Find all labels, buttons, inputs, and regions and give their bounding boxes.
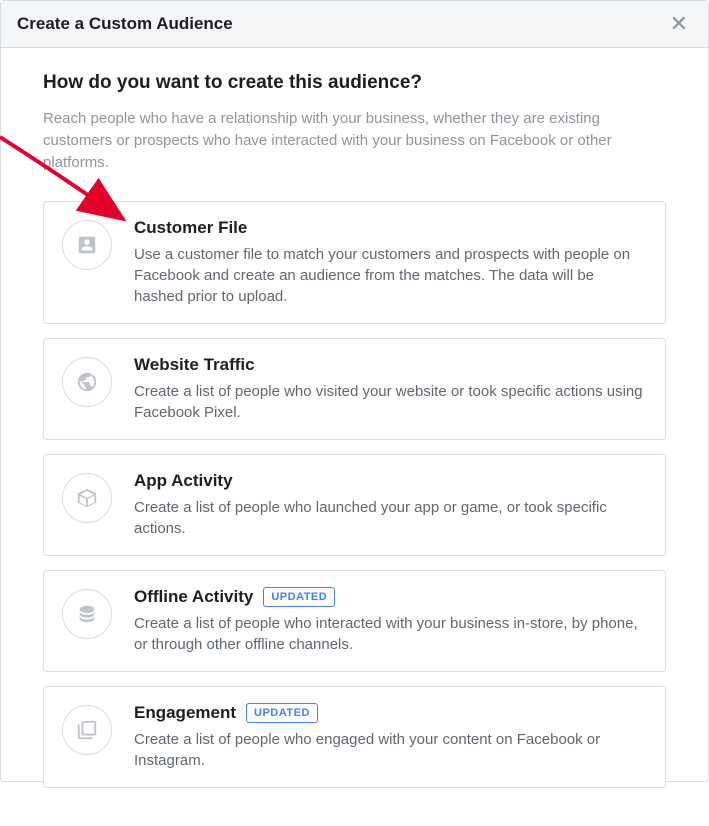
modal-body: How do you want to create this audience?… — [1, 48, 708, 826]
option-content: Website Traffic Create a list of people … — [134, 355, 647, 423]
option-title: Website Traffic — [134, 355, 255, 375]
option-customer-file[interactable]: Customer File Use a customer file to mat… — [43, 201, 666, 324]
modal-header: Create a Custom Audience ✕ — [1, 1, 708, 48]
option-title-row: Customer File — [134, 218, 647, 238]
option-title-row: Website Traffic — [134, 355, 647, 375]
option-content: Offline Activity UPDATED Create a list o… — [134, 587, 647, 655]
option-title-row: Offline Activity UPDATED — [134, 587, 647, 607]
option-engagement[interactable]: Engagement UPDATED Create a list of peop… — [43, 686, 666, 788]
option-desc: Create a list of people who launched you… — [134, 497, 647, 539]
option-content: App Activity Create a list of people who… — [134, 471, 647, 539]
question-subtext: Reach people who have a relationship wit… — [43, 108, 666, 173]
question-heading: How do you want to create this audience? — [43, 72, 666, 94]
close-button[interactable]: ✕ — [666, 13, 692, 35]
option-desc: Create a list of people who engaged with… — [134, 729, 647, 771]
option-title-row: App Activity — [134, 471, 647, 491]
option-title: Engagement — [134, 703, 236, 723]
option-content: Customer File Use a customer file to mat… — [134, 218, 647, 307]
customer-file-icon — [62, 220, 112, 270]
option-offline-activity[interactable]: Offline Activity UPDATED Create a list o… — [43, 570, 666, 672]
cube-icon — [62, 473, 112, 523]
modal-title: Create a Custom Audience — [17, 14, 233, 34]
option-desc: Use a customer file to match your custom… — [134, 244, 647, 307]
option-desc: Create a list of people who interacted w… — [134, 613, 647, 655]
globe-icon — [62, 357, 112, 407]
updated-badge: UPDATED — [263, 587, 335, 607]
database-icon — [62, 589, 112, 639]
layers-icon — [62, 705, 112, 755]
option-title: Customer File — [134, 218, 247, 238]
custom-audience-modal: Create a Custom Audience ✕ How do you wa… — [0, 0, 709, 782]
option-desc: Create a list of people who visited your… — [134, 381, 647, 423]
close-icon: ✕ — [670, 11, 688, 36]
option-title-row: Engagement UPDATED — [134, 703, 647, 723]
option-content: Engagement UPDATED Create a list of peop… — [134, 703, 647, 771]
option-website-traffic[interactable]: Website Traffic Create a list of people … — [43, 338, 666, 440]
option-app-activity[interactable]: App Activity Create a list of people who… — [43, 454, 666, 556]
option-title: App Activity — [134, 471, 233, 491]
option-title: Offline Activity — [134, 587, 253, 607]
updated-badge: UPDATED — [246, 703, 318, 723]
